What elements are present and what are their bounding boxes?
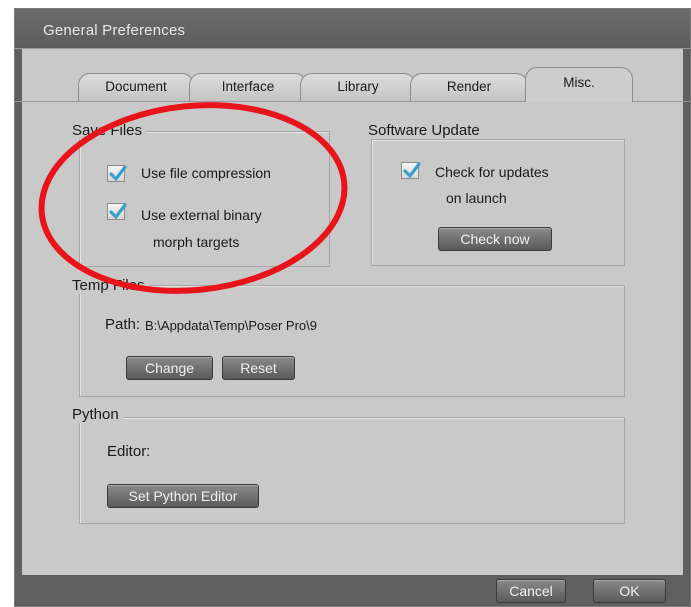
editor-label: Editor:: [107, 443, 151, 460]
ok-button[interactable]: OK: [593, 579, 666, 603]
external-binary-checkbox[interactable]: [107, 203, 127, 220]
tab-interface[interactable]: Interface: [189, 73, 307, 101]
checkmark-icon: [109, 203, 127, 220]
checkmark-icon: [403, 162, 421, 179]
external-binary-label-line2: morph targets: [153, 234, 240, 250]
external-binary-label-line1: Use external binary: [141, 207, 262, 223]
tab-bar: Document Interface Library Render Misc.: [70, 67, 670, 102]
right-frame: [683, 49, 690, 576]
cancel-button[interactable]: Cancel: [496, 579, 566, 603]
dialog-title: General Preferences: [43, 22, 186, 39]
check-now-button[interactable]: Check now: [438, 227, 552, 251]
check-updates-checkbox[interactable]: [401, 162, 421, 179]
title-bar[interactable]: General Preferences: [15, 9, 690, 49]
temp-files-group: [79, 285, 625, 397]
reset-button[interactable]: Reset: [222, 356, 295, 380]
tab-document[interactable]: Document: [78, 73, 194, 101]
file-compression-label: Use file compression: [141, 165, 271, 181]
footer-bar: Cancel OK: [15, 575, 690, 606]
tab-render[interactable]: Render: [410, 73, 528, 101]
software-update-title: Software Update: [368, 122, 484, 139]
python-title: Python: [72, 406, 123, 423]
set-python-editor-button[interactable]: Set Python Editor: [107, 484, 259, 508]
tab-misc[interactable]: Misc.: [525, 67, 633, 102]
path-label: Path:: [105, 316, 141, 333]
path-value: B:\Appdata\Temp\Poser Pro\9: [145, 318, 317, 333]
temp-files-title: Temp Files: [72, 277, 149, 294]
check-updates-label-line1: Check for updates: [435, 164, 549, 180]
check-updates-label-line2: on launch: [446, 190, 507, 206]
save-files-title: Save Files: [72, 122, 147, 139]
preferences-dialog: General Preferences Document Interface L…: [14, 8, 691, 607]
left-frame: [15, 49, 22, 576]
file-compression-checkbox[interactable]: [107, 165, 127, 182]
tab-library[interactable]: Library: [300, 73, 416, 101]
change-button[interactable]: Change: [126, 356, 213, 380]
checkmark-icon: [109, 165, 127, 182]
